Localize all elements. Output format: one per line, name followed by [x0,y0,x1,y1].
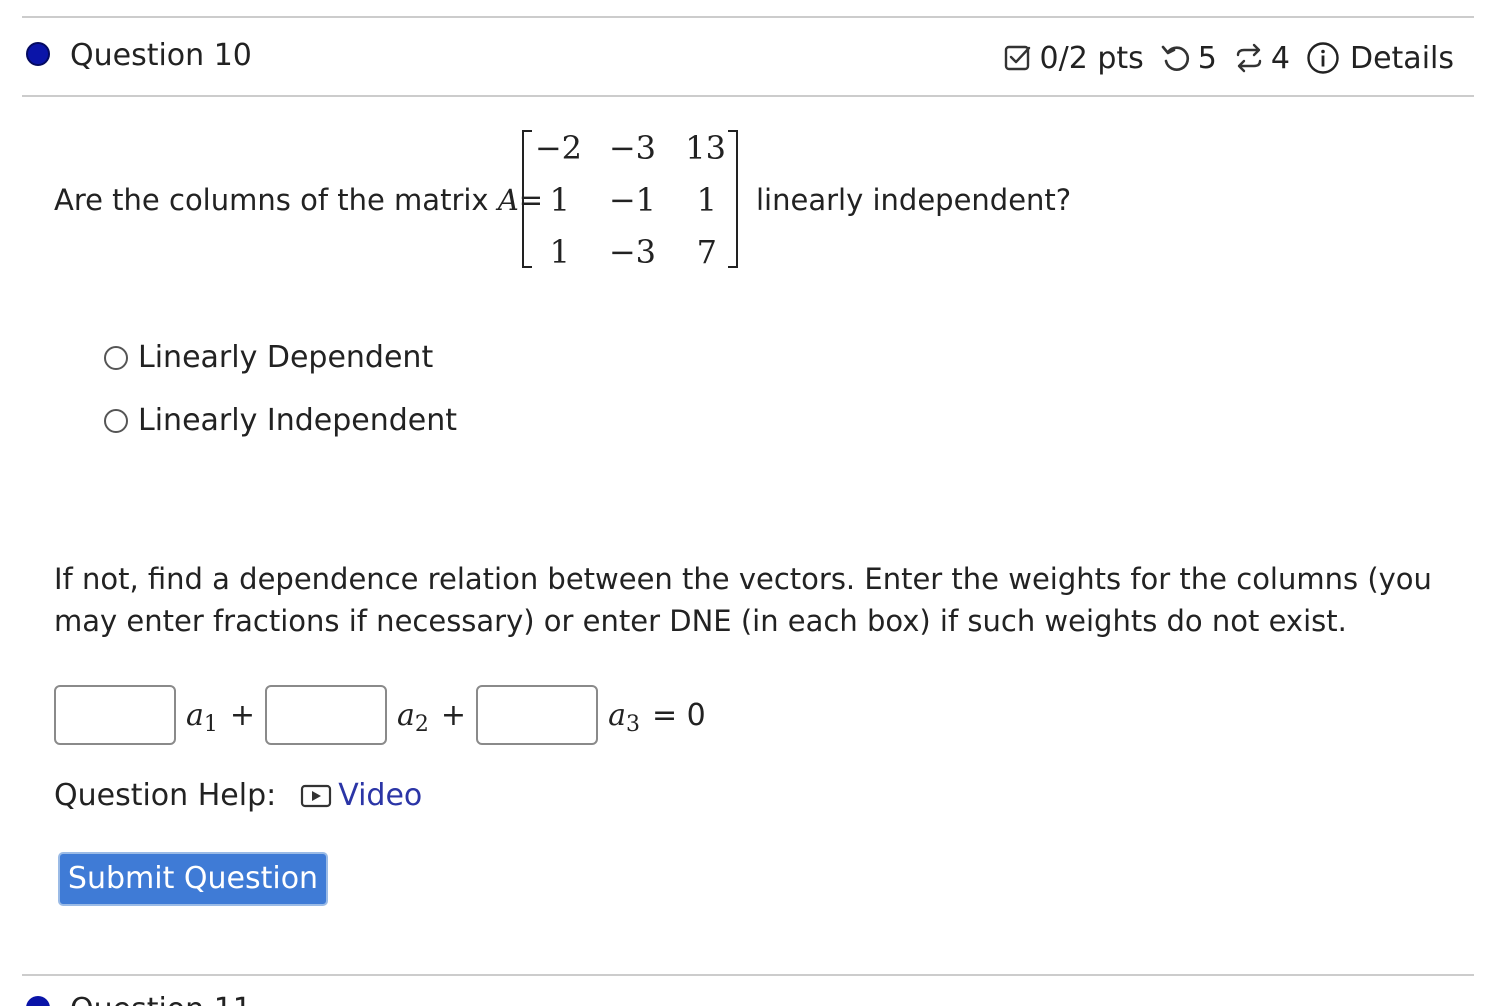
term-var: a [608,697,626,733]
option-label[interactable]: Linearly Dependent [138,340,433,376]
attempts-indicator: 5 [1160,41,1217,76]
video-link[interactable]: Video [338,776,422,816]
question-meta: 0/2 pts 5 4 Details [1002,38,1454,78]
matrix-cell: 1 [549,181,570,219]
checkbox-icon [1002,42,1034,74]
bottom-divider [22,974,1474,976]
weight-input-2[interactable] [265,685,388,745]
versions-icon [1233,42,1265,74]
matrix-cell: −3 [608,233,656,271]
info-icon [1306,41,1340,75]
status-dot [26,42,50,66]
weight-input-1[interactable] [54,685,176,745]
matrix-variable: A [497,183,519,217]
term-sub: 3 [625,711,640,737]
prompt-text: Are the columns of the matrix A= [54,182,543,218]
weight-term-2: a 2 + [397,697,467,737]
help-label: Question Help: [54,778,277,813]
matrix-cell: 1 [549,233,570,271]
next-question-header: Question 11 [22,990,1474,1006]
matrix-cell: 7 [696,233,717,271]
question-title: Question 10 [70,38,252,73]
term-op: + [440,697,467,733]
matrix-cell: −3 [608,129,656,167]
matrix-cell: 1 [696,181,717,219]
weight-term-3: a 3 = 0 [608,697,706,737]
header-divider [22,95,1474,97]
versions-count: 4 [1270,40,1290,76]
attempts-count: 5 [1197,40,1217,76]
term-op: = 0 [651,697,706,733]
term-op: + [229,697,256,733]
question-help: Question Help: Video [54,776,422,816]
points-text: 0/2 pts [1039,40,1144,76]
option-linearly-dependent[interactable]: Linearly Dependent [104,340,433,376]
instructions-text: If not, find a dependence relation betwe… [54,562,1432,638]
term-sub: 2 [414,711,429,737]
option-label[interactable]: Linearly Independent [138,403,457,439]
radio-icon[interactable] [104,346,128,370]
question-page: Question 10 0/2 pts 5 4 Details Are the … [0,0,1500,1006]
weight-input-3[interactable] [476,685,599,745]
radio-icon[interactable] [104,409,128,433]
term-var: a [186,697,204,733]
matrix-cell: −1 [608,181,656,219]
points-indicator: 0/2 pts [1002,41,1144,76]
next-question-title: Question 11 [70,992,252,1006]
details-label[interactable]: Details [1350,41,1454,76]
submit-question-button[interactable]: Submit Question [58,852,328,906]
matrix-right-bracket [728,130,738,268]
weight-term-1: a 1 + [186,697,256,737]
top-divider [22,16,1474,18]
option-linearly-independent[interactable]: Linearly Independent [104,403,457,439]
matrix-cell: −2 [534,129,582,167]
prompt-before: Are the columns of the matrix [54,183,498,217]
term-var: a [397,697,415,733]
matrix-a: −2 −3 13 1 −1 1 1 −3 7 [522,130,738,270]
details-link[interactable]: Details [1306,41,1454,76]
versions-indicator: 4 [1233,41,1290,76]
video-icon[interactable] [300,783,332,809]
matrix-cell: 13 [685,129,726,167]
dependence-relation: a 1 + a 2 + a 3 = 0 [54,684,716,746]
status-dot [26,996,50,1006]
question-header: Question 10 0/2 pts 5 4 Details [22,20,1474,92]
retry-icon [1160,42,1192,74]
term-sub: 1 [203,711,218,737]
prompt-after: linearly independent? [756,183,1072,217]
